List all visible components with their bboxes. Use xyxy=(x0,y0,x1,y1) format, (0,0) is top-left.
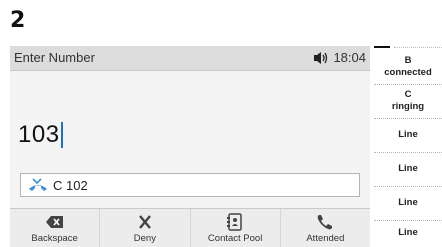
line-key-name: C xyxy=(404,89,412,100)
status-area: 18:04 xyxy=(313,50,366,65)
panel-divider xyxy=(394,47,442,48)
line-key-3[interactable]: Line xyxy=(374,118,442,153)
dialed-number: 103 xyxy=(18,121,60,148)
contact-pool-label: Contact Pool xyxy=(207,233,263,244)
softkey-bar: Backspace Deny Contact Pool Attended xyxy=(10,208,370,247)
line-key-name: Line xyxy=(398,163,418,174)
dial-number-field[interactable]: 103 xyxy=(18,118,63,152)
panel-indicator-bar xyxy=(374,46,390,48)
contact-pool-button[interactable]: Contact Pool xyxy=(191,209,281,247)
line-key-b[interactable]: B connected xyxy=(374,50,442,85)
line-key-name: Line xyxy=(398,129,418,140)
line-key-4[interactable]: Line xyxy=(374,152,442,187)
attended-label: Attended xyxy=(306,233,345,244)
attended-button[interactable]: Attended xyxy=(281,209,370,247)
line-key-name: B xyxy=(404,55,412,66)
suggestion-text: C 102 xyxy=(53,177,88,193)
line-key-5[interactable]: Line xyxy=(374,186,442,221)
text-cursor xyxy=(60,122,63,148)
phone-screen: Enter Number 18:04 103 C 102 Backspace D… xyxy=(10,46,370,247)
line-key-status: ringing xyxy=(391,101,425,112)
backspace-icon xyxy=(45,216,63,228)
close-icon xyxy=(138,215,151,229)
screen-title: Enter Number xyxy=(14,50,95,65)
backspace-button[interactable]: Backspace xyxy=(10,209,101,247)
deny-button[interactable]: Deny xyxy=(100,209,191,247)
line-key-c[interactable]: C ringing xyxy=(374,84,442,119)
title-bar: Enter Number 18:04 xyxy=(10,46,370,71)
step-number: 2 xyxy=(10,8,26,33)
contact-book-icon xyxy=(227,213,242,231)
line-key-name: Line xyxy=(398,227,418,238)
missed-call-icon xyxy=(29,178,47,191)
line-key-status: connected xyxy=(384,67,432,78)
speaker-volume-icon xyxy=(314,51,328,64)
suggestion-entry[interactable]: C 102 xyxy=(20,173,360,197)
line-key-panel: B connected C ringing Line Line Line Lin… xyxy=(374,46,442,246)
line-key-name: Line xyxy=(398,197,418,208)
deny-label: Deny xyxy=(133,233,156,244)
line-key-6[interactable]: Line xyxy=(374,220,442,246)
phone-handset-icon xyxy=(318,215,333,230)
clock-time: 18:04 xyxy=(333,50,366,65)
backspace-label: Backspace xyxy=(31,233,78,244)
